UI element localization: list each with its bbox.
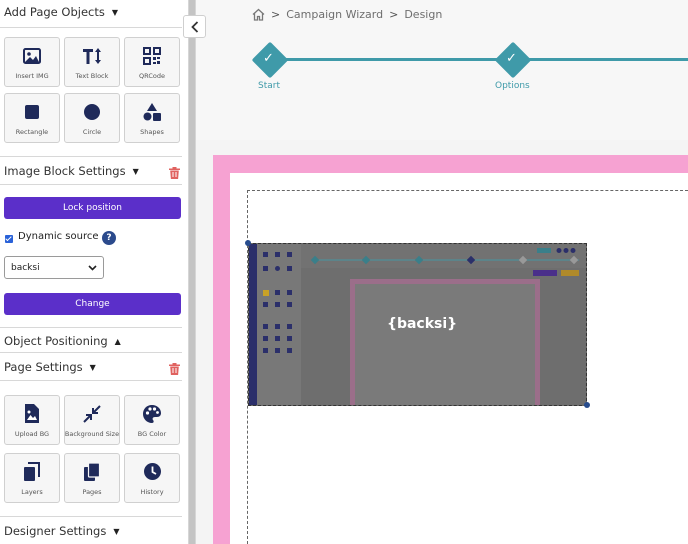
divider — [0, 380, 182, 381]
shapes-button[interactable]: Shapes — [124, 93, 180, 143]
layers-label: Layers — [21, 487, 43, 496]
text-block-label: Text Block — [75, 71, 109, 80]
pages-label: Pages — [82, 487, 102, 496]
image-block[interactable]: {backsi} — [248, 243, 587, 406]
check-icon: ✓ — [263, 51, 274, 66]
caret-down-icon: ▼ — [132, 166, 139, 176]
collapse-sidebar-button[interactable] — [183, 15, 206, 38]
square-icon — [21, 101, 43, 123]
divider — [0, 516, 182, 517]
rectangle-label: Rectangle — [15, 127, 49, 136]
step-start-label[interactable]: Start — [258, 81, 280, 91]
bg-color-button[interactable]: BG Color — [124, 395, 180, 445]
breadcrumb-design: Design — [404, 8, 443, 21]
palette-icon — [141, 403, 163, 425]
chevron-down-icon — [88, 264, 97, 271]
pages-icon — [81, 461, 103, 483]
add-page-objects-title: Add Page Objects — [4, 5, 105, 19]
image-block-settings-header[interactable]: Image Block Settings ▼ — [4, 164, 139, 178]
page-settings-header[interactable]: Page Settings ▼ — [4, 360, 96, 374]
delete-page-icon[interactable] — [169, 360, 180, 375]
image-block-settings-title: Image Block Settings — [4, 164, 126, 178]
divider — [0, 27, 182, 28]
qrcode-icon — [141, 45, 163, 67]
divider — [0, 184, 182, 185]
text-height-icon — [81, 45, 103, 67]
sidebar: Add Page Objects ▼ Insert IMG Text Block… — [0, 0, 188, 544]
layers-icon — [21, 461, 43, 483]
help-icon[interactable]: ? — [102, 231, 116, 245]
upload-bg-label: Upload BG — [14, 429, 50, 438]
change-button[interactable]: Change — [4, 293, 181, 315]
page-settings-title: Page Settings — [4, 360, 83, 374]
pages-button[interactable]: Pages — [64, 453, 120, 503]
qrcode-label: QRCode — [139, 71, 165, 80]
divider — [0, 156, 182, 157]
progress-line — [282, 58, 502, 61]
divider — [0, 327, 182, 328]
object-positioning-title: Object Positioning — [4, 334, 108, 348]
dynamic-placeholder-text: {backsi} — [387, 316, 458, 332]
source-select-value: backsi — [11, 262, 40, 273]
insert-img-button[interactable]: Insert IMG — [4, 37, 60, 87]
caret-down-icon: ▼ — [111, 7, 119, 17]
circle-label: Circle — [82, 127, 102, 136]
layers-button[interactable]: Layers — [4, 453, 60, 503]
designer-settings-title: Designer Settings — [4, 524, 107, 538]
shapes-label: Shapes — [140, 127, 164, 136]
dynamic-source-label: Dynamic source — [18, 231, 99, 242]
home-icon[interactable] — [252, 8, 265, 21]
background-size-button[interactable]: Background Size — [64, 395, 120, 445]
divider — [0, 352, 182, 353]
chevron-left-icon — [190, 20, 198, 33]
clock-icon — [141, 461, 163, 483]
dynamic-source-checkbox[interactable] — [5, 235, 13, 243]
qrcode-button[interactable]: QRCode — [124, 37, 180, 87]
caret-up-icon: ▲ — [114, 336, 121, 346]
progress-line — [524, 58, 688, 61]
insert-img-label: Insert IMG — [15, 71, 49, 80]
text-block-button[interactable]: Text Block — [64, 37, 120, 87]
caret-down-icon: ▼ — [89, 362, 96, 372]
breadcrumb-campaign-wizard[interactable]: Campaign Wizard — [286, 8, 383, 21]
delete-object-icon[interactable] — [169, 164, 180, 179]
history-button[interactable]: History — [124, 453, 180, 503]
history-label: History — [140, 487, 164, 496]
rectangle-button[interactable]: Rectangle — [4, 93, 60, 143]
resize-handle-bottom-right[interactable] — [584, 402, 590, 408]
circle-button[interactable]: Circle — [64, 93, 120, 143]
designer-settings-header[interactable]: Designer Settings ▼ — [4, 524, 120, 538]
bg-color-label: BG Color — [137, 429, 167, 438]
caret-down-icon: ▼ — [113, 526, 120, 536]
scrollbar-thumb[interactable] — [189, 0, 195, 544]
lock-position-button[interactable]: Lock position — [4, 197, 181, 219]
check-icon: ✓ — [506, 51, 517, 66]
resize-handle-top-left[interactable] — [245, 240, 251, 246]
step-options-label[interactable]: Options — [495, 81, 530, 91]
breadcrumb-separator: > — [389, 8, 399, 21]
circle-icon — [81, 101, 103, 123]
breadcrumb-separator: > — [271, 8, 281, 21]
upload-bg-button[interactable]: Upload BG — [4, 395, 60, 445]
sidebar-scrollbar[interactable] — [188, 0, 196, 544]
shapes-icon — [141, 101, 163, 123]
upload-image-icon — [21, 403, 43, 425]
compress-arrows-icon — [81, 403, 103, 425]
background-size-label: Background Size — [64, 429, 120, 438]
source-select[interactable]: backsi — [4, 256, 104, 279]
add-page-objects-header[interactable]: Add Page Objects ▼ — [4, 5, 118, 19]
object-positioning-header[interactable]: Object Positioning ▲ — [4, 334, 121, 348]
image-icon — [21, 45, 43, 67]
breadcrumb: > Campaign Wizard > Design — [252, 8, 442, 21]
